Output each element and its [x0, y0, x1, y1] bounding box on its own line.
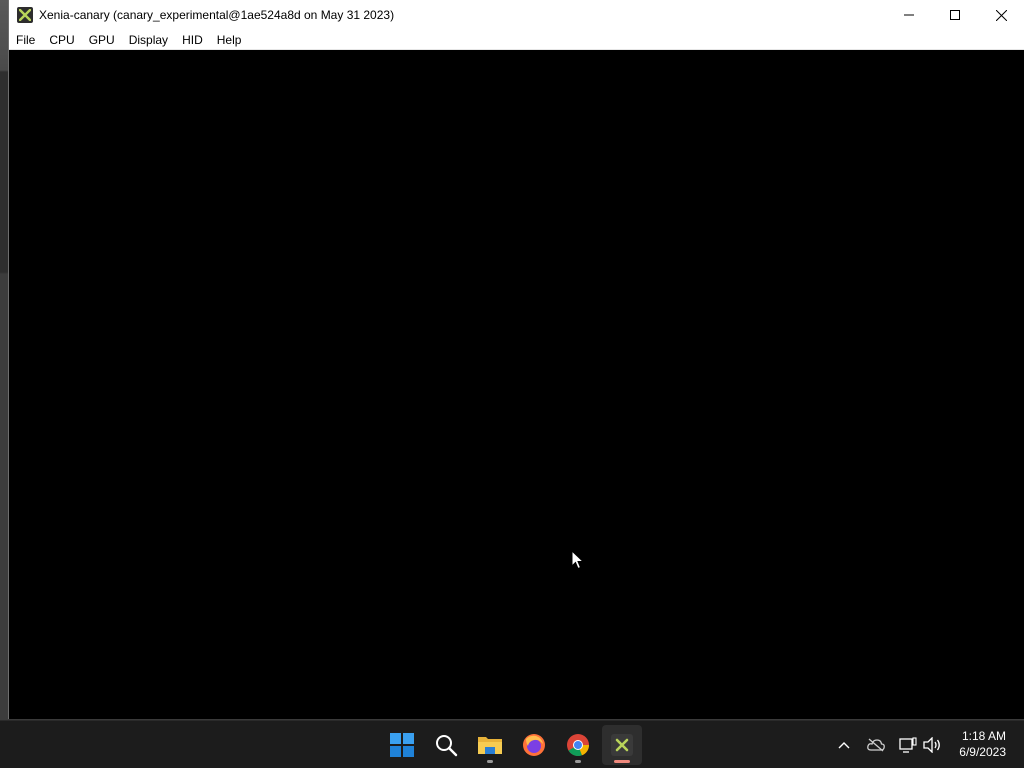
- onedrive-icon: [867, 738, 885, 752]
- menu-file[interactable]: File: [9, 30, 42, 50]
- volume-tray-button[interactable]: [922, 735, 942, 755]
- network-tray-button[interactable]: [898, 735, 918, 755]
- search-button[interactable]: [426, 725, 466, 765]
- desktop-background-strip: [0, 0, 8, 720]
- menu-gpu[interactable]: GPU: [82, 30, 122, 50]
- show-hidden-icons-button[interactable]: [834, 735, 854, 755]
- firefox-button[interactable]: [514, 725, 554, 765]
- maximize-icon: [950, 10, 960, 20]
- xenia-icon: [17, 7, 33, 23]
- running-indicator: [487, 760, 493, 763]
- clock[interactable]: 1:18 AM 6/9/2023: [959, 728, 1006, 760]
- mouse-cursor-icon: [571, 550, 585, 570]
- folder-icon: [478, 737, 502, 754]
- firefox-icon: [523, 734, 545, 756]
- xenia-window: Xenia-canary (canary_experimental@1ae524…: [8, 0, 1024, 719]
- menu-bar: File CPU GPU Display HID Help: [9, 30, 1024, 50]
- clock-date: 6/9/2023: [959, 745, 1006, 759]
- emulator-render-area[interactable]: [9, 51, 1024, 719]
- xenia-icon: [611, 734, 633, 756]
- onedrive-tray-button[interactable]: [866, 735, 886, 755]
- clock-time: 1:18 AM: [961, 729, 1006, 743]
- chevron-up-icon: [838, 742, 850, 749]
- menu-cpu[interactable]: CPU: [42, 30, 81, 50]
- minimize-icon: [904, 14, 914, 16]
- start-button[interactable]: [382, 725, 422, 765]
- taskbar: 1:18 AM 6/9/2023: [0, 720, 1024, 768]
- maximize-button[interactable]: [932, 0, 978, 30]
- menu-display[interactable]: Display: [122, 30, 175, 50]
- close-button[interactable]: [978, 0, 1024, 30]
- menu-help[interactable]: Help: [210, 30, 249, 50]
- file-explorer-button[interactable]: [470, 725, 510, 765]
- network-icon: [899, 737, 917, 753]
- window-controls: [886, 0, 1024, 30]
- windows-logo-icon: [390, 733, 414, 757]
- window-title: Xenia-canary (canary_experimental@1ae524…: [39, 8, 395, 22]
- menu-hid[interactable]: HID: [175, 30, 210, 50]
- search-icon: [436, 735, 458, 757]
- active-indicator: [614, 760, 630, 763]
- chrome-icon: [567, 734, 590, 757]
- title-bar[interactable]: Xenia-canary (canary_experimental@1ae524…: [9, 0, 1024, 30]
- running-indicator: [575, 760, 581, 763]
- close-icon: [995, 9, 1007, 21]
- chrome-button[interactable]: [558, 725, 598, 765]
- volume-icon: [923, 737, 940, 753]
- minimize-button[interactable]: [886, 0, 932, 30]
- xenia-taskbar-button[interactable]: [602, 725, 642, 765]
